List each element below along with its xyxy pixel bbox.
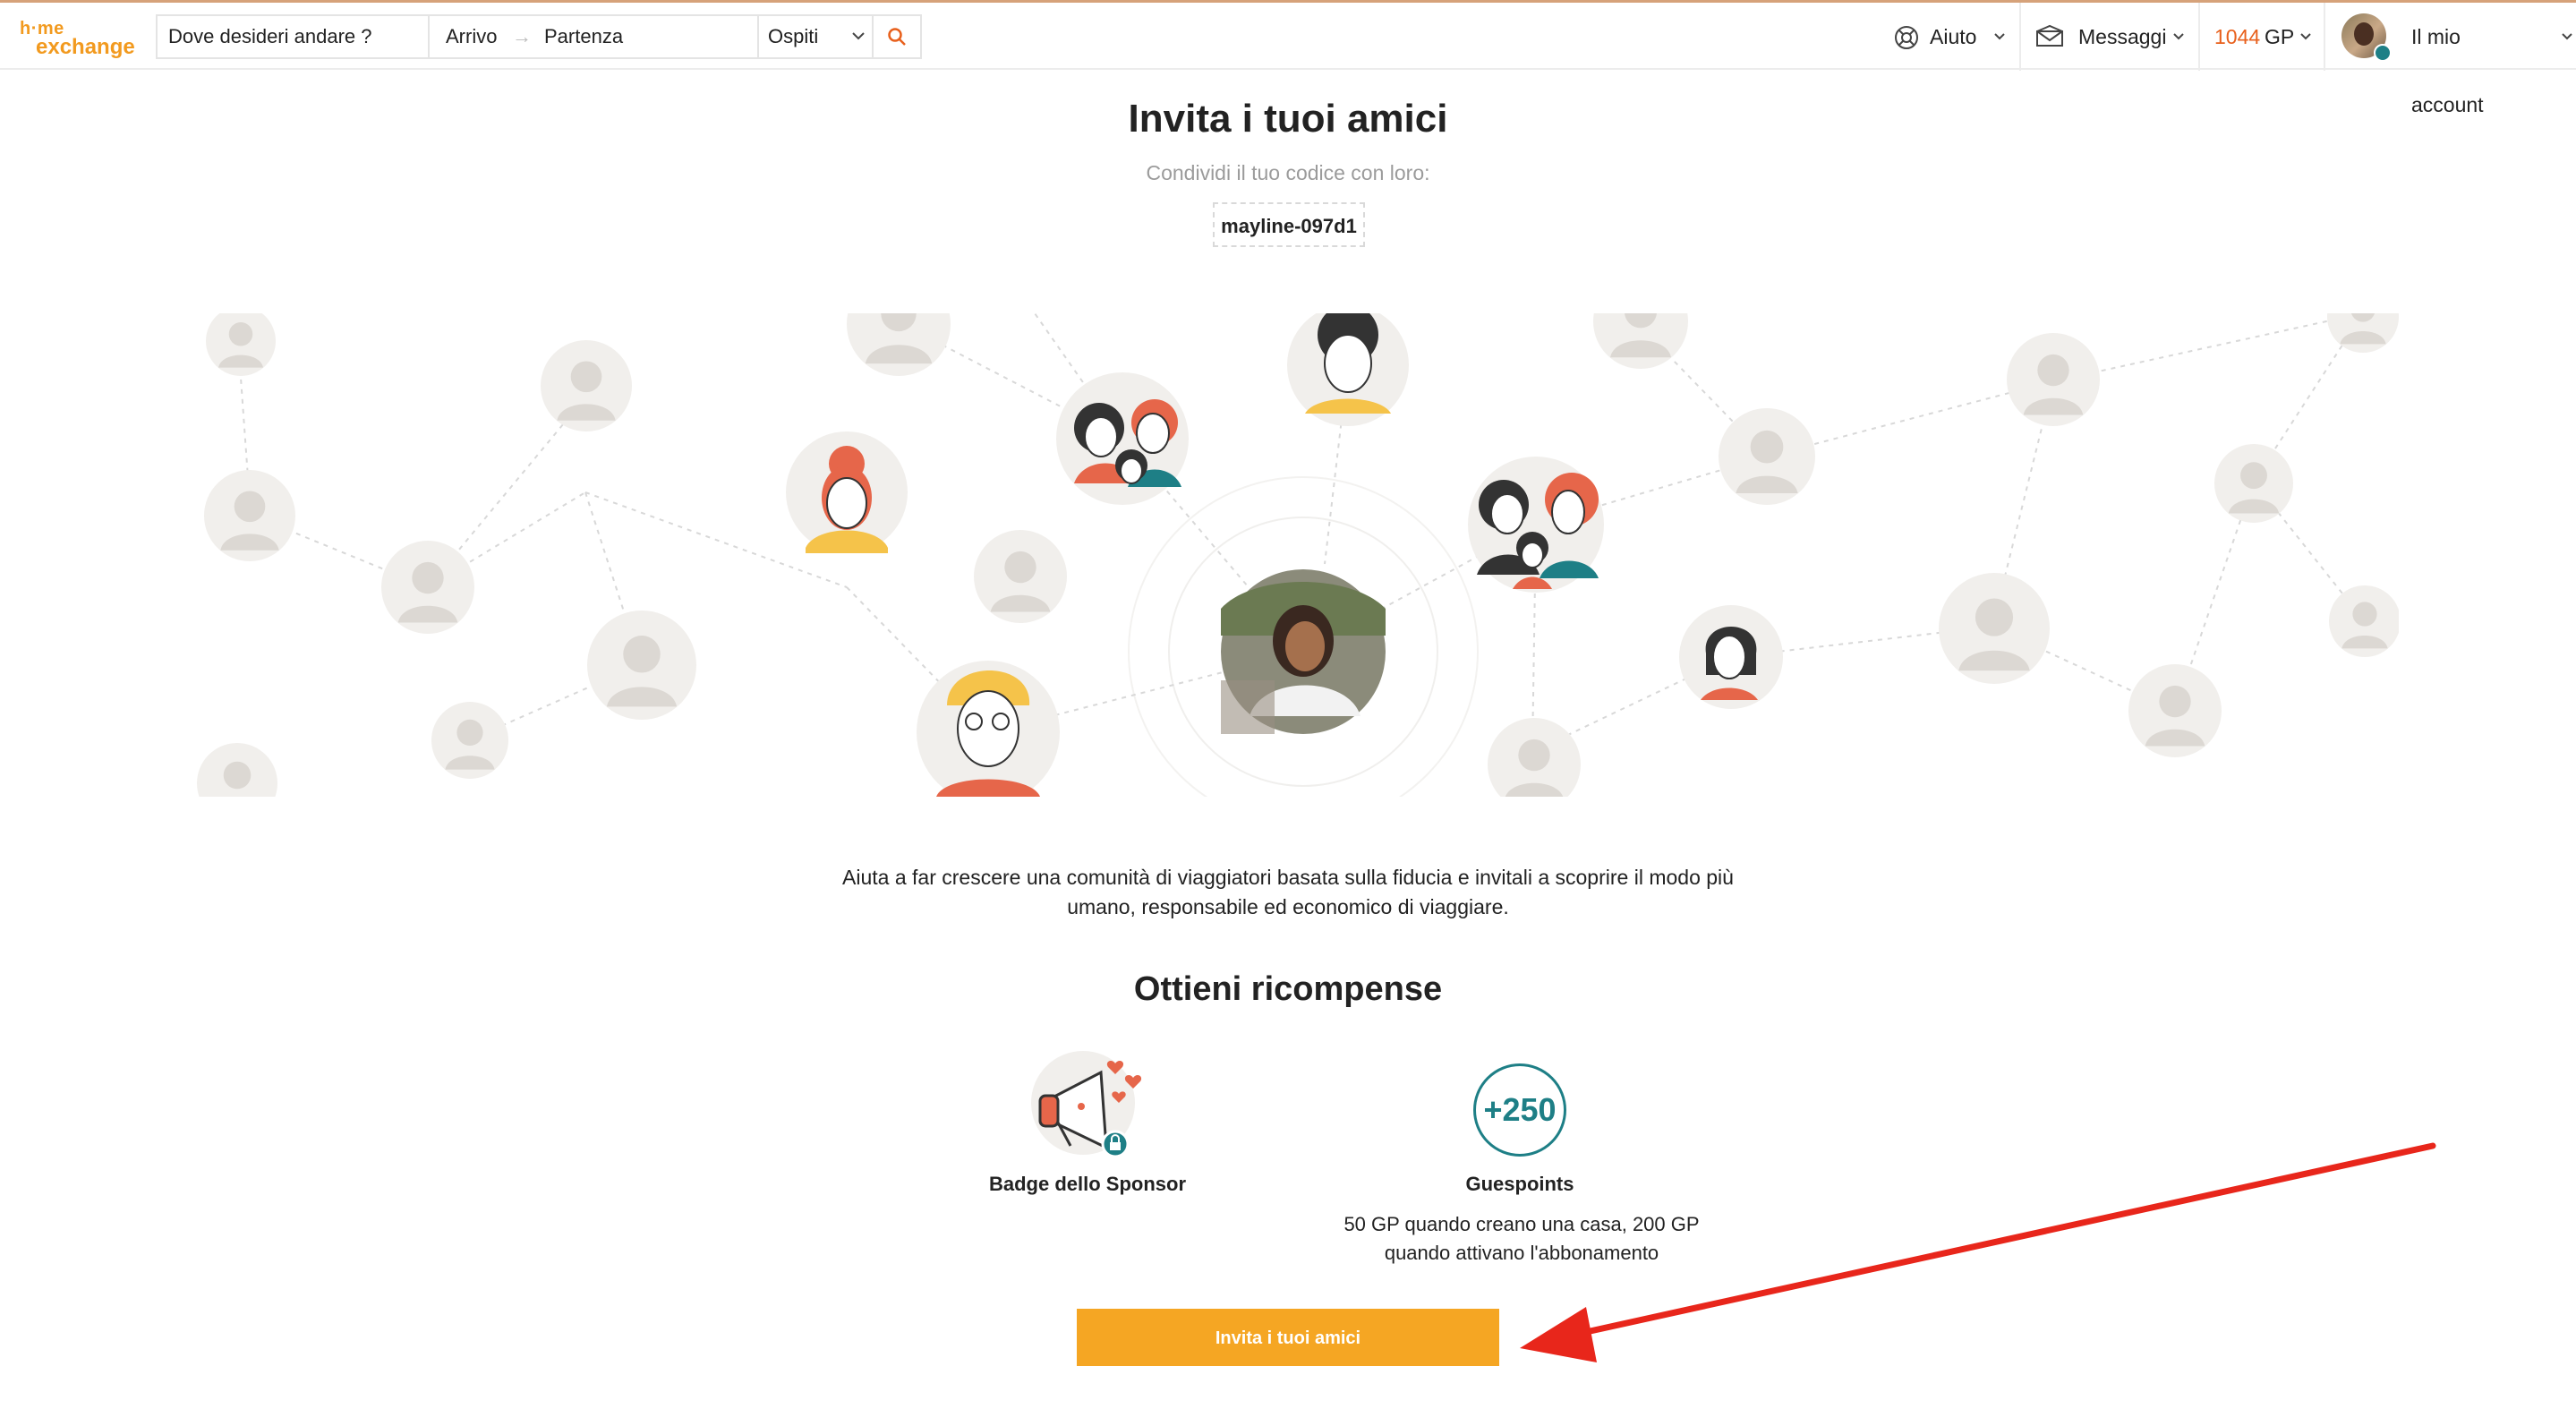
- page-subtitle: Condividi il tuo codice con loro:: [1146, 161, 1430, 184]
- messages-label: Messaggi: [2078, 25, 2167, 48]
- verified-badge-icon: [2374, 44, 2392, 62]
- invite-friends-button[interactable]: Invita i tuoi amici: [1077, 1309, 1499, 1366]
- user-photo-avatar: [1221, 569, 1386, 734]
- guests-label: Ospiti: [768, 25, 819, 47]
- destination-input[interactable]: Dove desideri andare ?: [158, 16, 430, 57]
- chevron-down-icon: [2562, 33, 2572, 40]
- community-network-illustration: [197, 313, 2399, 797]
- departure-field[interactable]: Partenza: [544, 16, 623, 57]
- arrival-field[interactable]: Arrivo: [446, 16, 497, 57]
- chevron-down-icon: [2300, 33, 2311, 40]
- nav-divider: [2324, 3, 2325, 71]
- invite-description: Aiuta a far crescere una comunità di via…: [806, 863, 1770, 922]
- sponsor-badge-icon: [1031, 1051, 1142, 1158]
- homeexchange-logo[interactable]: h·me exchange: [20, 19, 141, 59]
- nav-divider: [2198, 3, 2200, 71]
- sponsor-badge-label: Badge dello Sponsor: [988, 1173, 1187, 1195]
- date-arrow-icon: →: [512, 25, 532, 47]
- top-navbar: h·me exchange Dove desideri andare ? Arr…: [0, 0, 2576, 116]
- search-bar: Dove desideri andare ? Arrivo → Partenza…: [156, 14, 922, 59]
- guestpoints-value: 1044: [2214, 25, 2261, 48]
- guestpoints-unit: GP: [2265, 25, 2295, 48]
- annotation-arrow-icon: [1520, 1142, 2436, 1362]
- date-range-picker[interactable]: Arrivo → Partenza: [430, 16, 757, 57]
- chevron-down-icon: [852, 32, 865, 40]
- nav-divider: [2019, 3, 2021, 71]
- page-title: Invita i tuoi amici: [1128, 97, 1448, 141]
- chevron-down-icon: [2173, 33, 2184, 40]
- search-icon: [888, 28, 906, 46]
- search-button[interactable]: [872, 16, 920, 57]
- chevron-down-icon: [1994, 33, 2005, 40]
- referral-code[interactable]: mayline-097d1: [1213, 202, 1365, 247]
- help-label: Aiuto: [1930, 25, 1977, 48]
- logo-line-2: exchange: [36, 35, 135, 59]
- description-line-2: umano, responsabile ed economico di viag…: [1067, 895, 1509, 918]
- avatar-illustration: [786, 431, 908, 553]
- lifebuoy-icon: [1895, 26, 1918, 49]
- guests-select[interactable]: Ospiti: [757, 16, 872, 57]
- lock-icon: [1101, 1130, 1130, 1158]
- envelope-icon: [2036, 24, 2063, 47]
- rewards-title: Ottieni ricompense: [1133, 970, 1443, 1008]
- description-line-1: Aiuta a far crescere una comunità di via…: [842, 866, 1734, 889]
